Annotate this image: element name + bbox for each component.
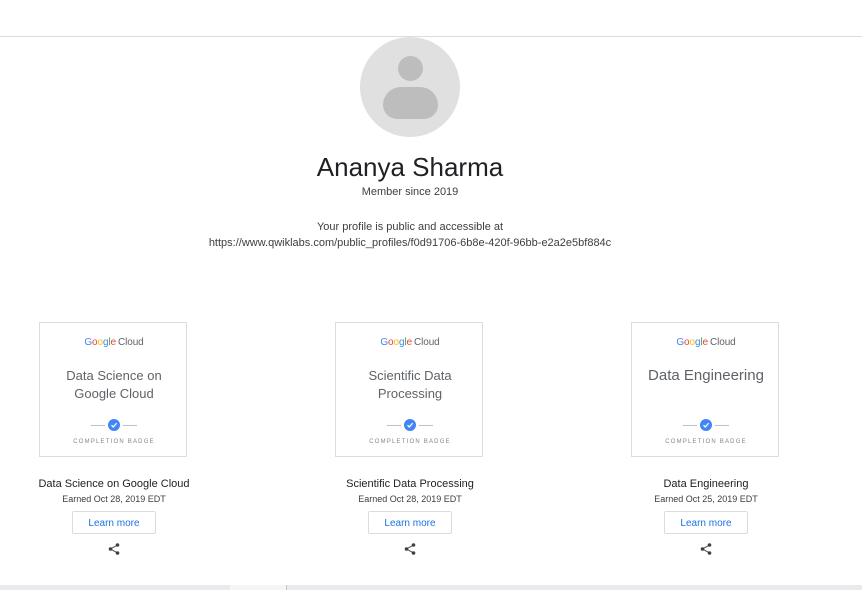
badge-name: Scientific Data Processing: [346, 478, 474, 490]
google-cloud-logo: Google Cloud: [84, 337, 144, 348]
completion-label: COMPLETION BADGE: [665, 439, 747, 445]
public-profile-url[interactable]: https://www.qwiklabs.com/public_profiles…: [0, 237, 820, 249]
learn-more-button[interactable]: Learn more: [664, 511, 748, 534]
learn-more-button[interactable]: Learn more: [72, 511, 156, 534]
badge-earned-date: Earned Oct 28, 2019 EDT: [358, 494, 462, 504]
avatar: [360, 37, 460, 137]
avatar-head: [398, 56, 423, 81]
public-profile-text: Your profile is public and accessible at: [316, 221, 504, 233]
check-icon: [336, 419, 484, 431]
badge-card-title: Scientific Data Processing: [368, 368, 452, 401]
completion-label: COMPLETION BADGE: [73, 439, 155, 445]
badge-name: Data Engineering: [663, 478, 749, 490]
google-cloud-logo: Google Cloud: [676, 337, 736, 348]
badge-card-title: Data Engineering: [648, 367, 764, 384]
profile-name: Ananya Sharma: [316, 152, 504, 182]
share-icon[interactable]: [107, 542, 121, 556]
share-icon[interactable]: [403, 542, 417, 556]
badge-earned-date: Earned Oct 25, 2019 EDT: [654, 494, 758, 504]
completion-label: COMPLETION BADGE: [369, 439, 451, 445]
learn-more-button[interactable]: Learn more: [368, 511, 452, 534]
badge-image[interactable]: Google Cloud Scientific Data Processing C…: [335, 322, 483, 457]
check-icon: [632, 419, 780, 431]
top-bar: [0, 0, 862, 37]
badge-name: Data Science on Google Cloud: [38, 478, 190, 490]
badge-card-title: Data Science on Google Cloud: [66, 368, 162, 401]
scrollbar-thumb[interactable]: [230, 585, 287, 590]
badge-earned-date: Earned Oct 28, 2019 EDT: [62, 494, 166, 504]
avatar-body: [383, 87, 438, 119]
share-icon[interactable]: [699, 542, 713, 556]
member-since: Member since 2019: [361, 186, 459, 198]
badge-image[interactable]: Google Cloud Data Engineering COMPLETION …: [631, 322, 779, 457]
google-cloud-logo: Google Cloud: [380, 337, 440, 348]
badge-image[interactable]: Google Cloud Data Science on Google Cloud…: [39, 322, 187, 457]
horizontal-scrollbar[interactable]: [0, 585, 862, 590]
check-icon: [40, 419, 188, 431]
